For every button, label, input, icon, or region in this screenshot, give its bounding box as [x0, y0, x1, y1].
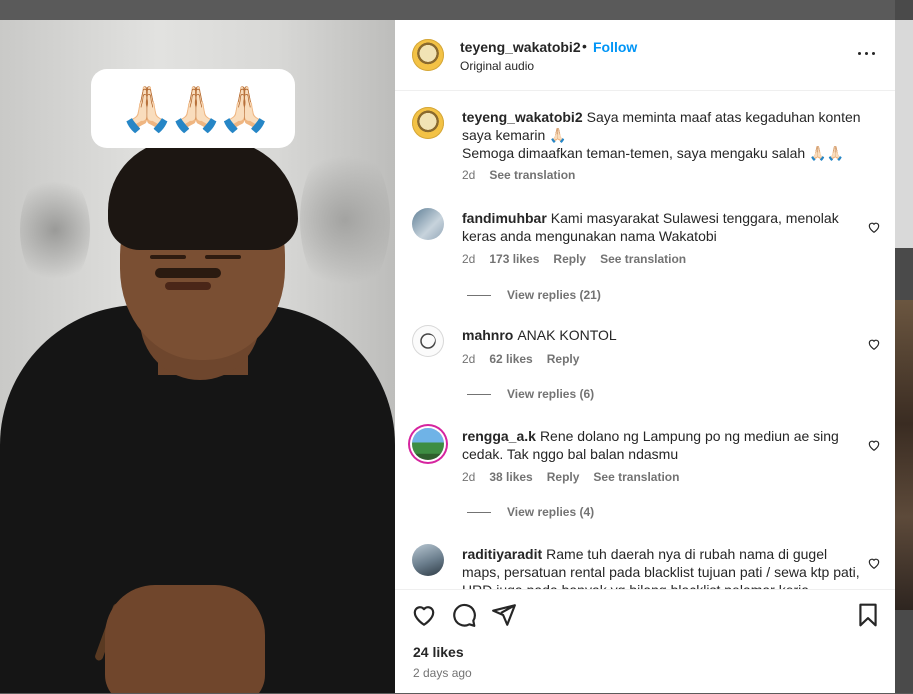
- post-side-panel: teyeng_wakatobi2 • Follow Original audio…: [395, 20, 895, 693]
- comment-icon[interactable]: [451, 602, 477, 628]
- comment-text: ANAK KONTOL: [517, 327, 617, 343]
- commenter-avatar[interactable]: [412, 544, 444, 576]
- action-bar: 24 likes 2 days ago: [395, 589, 895, 694]
- comment-time[interactable]: 2d: [462, 252, 475, 266]
- commenter-avatar-story-ring[interactable]: [412, 428, 444, 460]
- comment-likes[interactable]: 173 likes: [489, 252, 539, 266]
- post-video[interactable]: 🙏🏻🙏🏻🙏🏻: [0, 20, 395, 693]
- commenter-username[interactable]: fandimuhbar: [462, 210, 547, 226]
- see-translation-link[interactable]: See translation: [489, 168, 575, 182]
- backdrop: [0, 0, 913, 20]
- view-replies-button[interactable]: View replies (21): [467, 288, 601, 302]
- see-translation-link[interactable]: See translation: [593, 470, 679, 484]
- caption-time[interactable]: 2d: [462, 168, 475, 182]
- reply-button[interactable]: Reply: [553, 252, 586, 266]
- backdrop-next-post[interactable]: [895, 20, 913, 248]
- share-icon[interactable]: [491, 602, 517, 628]
- comments-list[interactable]: teyeng_wakatobi2 Saya meminta maaf atas k…: [395, 91, 895, 589]
- more-options-icon[interactable]: [856, 42, 878, 64]
- caption-text-line2: Semoga dimaafkan teman-temen, saya menga…: [462, 145, 844, 161]
- commenter-username[interactable]: mahnro: [462, 327, 513, 343]
- view-replies-button[interactable]: View replies (4): [467, 505, 594, 519]
- owner-username[interactable]: teyeng_wakatobi2: [460, 39, 581, 55]
- separator-dot: •: [582, 38, 587, 54]
- comment-like-icon[interactable]: [867, 220, 881, 234]
- comment-likes[interactable]: 38 likes: [489, 470, 532, 484]
- reply-button[interactable]: Reply: [547, 352, 580, 366]
- follow-button[interactable]: Follow: [593, 39, 637, 55]
- crescent-logo-icon: [420, 333, 436, 349]
- comment-likes[interactable]: 62 likes: [489, 352, 532, 366]
- commenter-avatar[interactable]: [412, 325, 444, 357]
- caption-avatar[interactable]: [412, 107, 444, 139]
- likes-count[interactable]: 24 likes: [413, 644, 464, 660]
- audio-label[interactable]: Original audio: [460, 59, 534, 73]
- owner-avatar[interactable]: [412, 39, 444, 71]
- backdrop-next-photo[interactable]: [895, 300, 913, 610]
- caption-username[interactable]: teyeng_wakatobi2: [462, 109, 583, 125]
- heart-icon[interactable]: [411, 602, 437, 628]
- post-time[interactable]: 2 days ago: [413, 666, 472, 680]
- reply-button[interactable]: Reply: [547, 470, 580, 484]
- commenter-avatar[interactable]: [412, 208, 444, 240]
- comment-time[interactable]: 2d: [462, 352, 475, 366]
- post-header: teyeng_wakatobi2 • Follow Original audio: [395, 20, 895, 91]
- view-replies-button[interactable]: View replies (6): [467, 387, 594, 401]
- comment-like-icon[interactable]: [867, 556, 881, 570]
- video-sticker: 🙏🏻🙏🏻🙏🏻: [91, 69, 295, 148]
- bookmark-icon[interactable]: [855, 602, 881, 628]
- commenter-username[interactable]: rengga_a.k: [462, 428, 536, 444]
- commenter-username[interactable]: raditiyaradit: [462, 546, 542, 562]
- see-translation-link[interactable]: See translation: [600, 252, 686, 266]
- comment-like-icon[interactable]: [867, 438, 881, 452]
- comment-like-icon[interactable]: [867, 337, 881, 351]
- video-person-hands: [105, 585, 265, 693]
- comment-time[interactable]: 2d: [462, 470, 475, 484]
